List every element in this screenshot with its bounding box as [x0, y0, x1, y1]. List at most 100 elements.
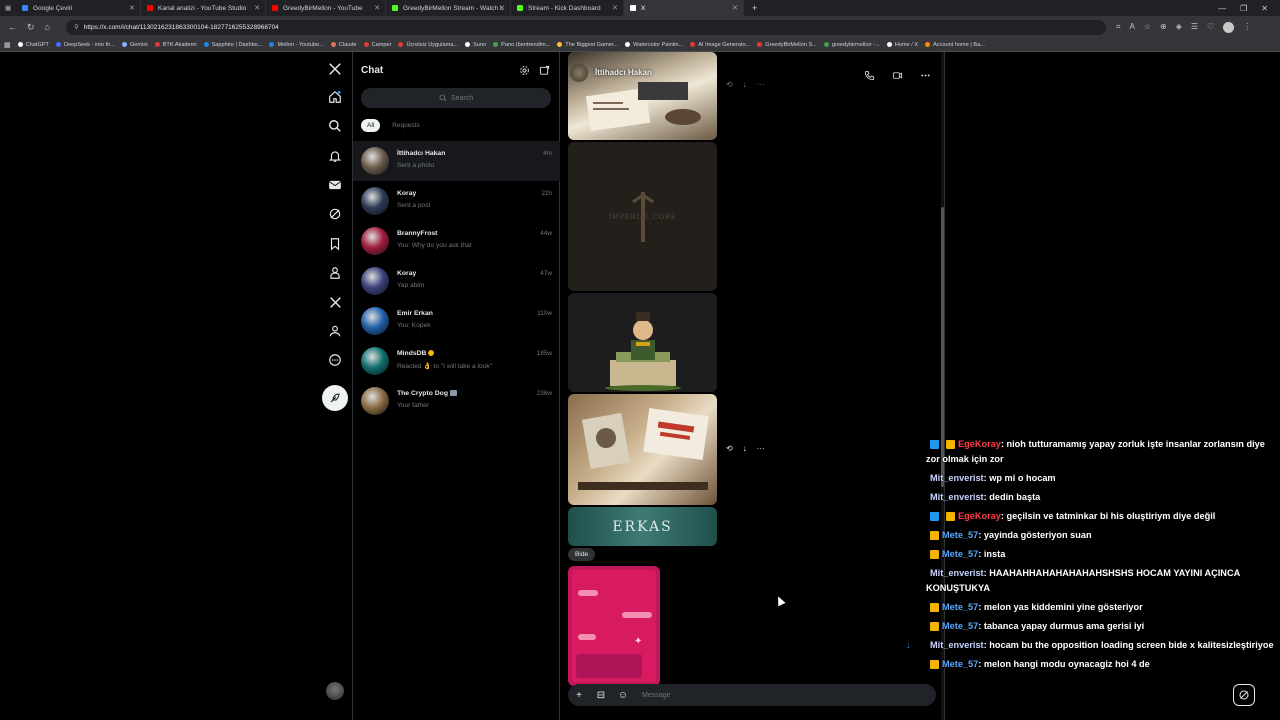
- message-input[interactable]: Message: [642, 692, 670, 699]
- apps-icon[interactable]: ▦: [4, 41, 11, 49]
- voice-call-icon[interactable]: [860, 66, 878, 84]
- bookmark-item[interactable]: GreedyBirMellon S...: [757, 42, 817, 48]
- shared-image-logo[interactable]: ERKAS: [568, 507, 717, 546]
- filter-requests-tab[interactable]: Requests: [386, 119, 425, 132]
- bookmark-item[interactable]: ChatGPT: [17, 41, 49, 48]
- conversation-item[interactable]: Koray Sent a post 22h: [353, 181, 560, 221]
- grok-floating-icon[interactable]: [1233, 684, 1255, 706]
- font-icon[interactable]: A: [1130, 22, 1135, 33]
- add-attachment-icon[interactable]: +: [568, 684, 590, 706]
- bookmark-item[interactable]: Pano (bentrendim...: [493, 42, 550, 48]
- tab-close-icon[interactable]: ✕: [499, 4, 505, 12]
- bookmark-item[interactable]: Sapphire | Dashbo...: [203, 42, 262, 48]
- shared-image-newspaper[interactable]: [568, 394, 717, 505]
- shared-image-phone-screenshot[interactable]: ✦: [568, 566, 660, 686]
- bookmark-item[interactable]: Claude: [330, 42, 357, 48]
- compose-post-button[interactable]: [322, 385, 348, 411]
- conversation-item[interactable]: Koray Yap abim 47w: [353, 261, 560, 301]
- conversation-item[interactable]: İttihadcı Hakan Sent a photo 4m: [353, 141, 560, 181]
- bookmark-item[interactable]: DeepSeek - into th...: [55, 42, 115, 48]
- contact-name[interactable]: İttihadcı Hakan: [595, 68, 652, 77]
- scroll-to-bottom-icon[interactable]: ↓: [906, 640, 911, 650]
- emoji-icon[interactable]: ☺: [612, 684, 634, 706]
- video-call-icon[interactable]: [888, 66, 906, 84]
- reload-icon[interactable]: ↻: [27, 22, 35, 33]
- tab-close-icon[interactable]: ✕: [374, 4, 380, 12]
- tab-search-icon[interactable]: ▣: [0, 4, 16, 12]
- menu-icon[interactable]: ⋮: [1243, 22, 1251, 33]
- close-window-icon[interactable]: ✕: [1261, 4, 1268, 13]
- browser-tab[interactable]: GreedyBirMellon - YouTube ✕: [266, 0, 386, 16]
- chat-search-input[interactable]: Search: [361, 88, 551, 108]
- bookmark-item[interactable]: Home / X: [886, 42, 918, 48]
- minimize-icon[interactable]: —: [1218, 4, 1226, 13]
- bookmark-item[interactable]: Gemini: [121, 42, 148, 48]
- conversation-more-icon[interactable]: [916, 66, 934, 84]
- browser-tab[interactable]: X ✕: [624, 0, 744, 16]
- maximize-icon[interactable]: ❐: [1240, 4, 1247, 13]
- tab-close-icon[interactable]: ✕: [612, 4, 618, 12]
- back-icon[interactable]: ←: [8, 22, 17, 33]
- bookmark-item[interactable]: Suno: [465, 42, 486, 48]
- react-icon[interactable]: ⟲: [726, 444, 733, 453]
- home-nav-icon[interactable]: [324, 86, 346, 108]
- browser-tab[interactable]: GreedyBirMellon Stream - Watch L ✕: [386, 0, 511, 16]
- bookmark-item[interactable]: BTK Akademi: [154, 42, 197, 48]
- grok-icon[interactable]: [324, 203, 346, 225]
- bookmark-item[interactable]: Mellon - Youtube...: [269, 41, 324, 48]
- bookmark-item[interactable]: AI Image Generato...: [690, 42, 750, 48]
- bookmarks-icon[interactable]: [324, 233, 346, 255]
- message-more-icon[interactable]: ···: [757, 444, 765, 453]
- extension-icon[interactable]: ⊕: [1160, 22, 1167, 33]
- new-message-icon[interactable]: [539, 65, 550, 76]
- translate-icon[interactable]: ⌗: [1116, 22, 1121, 33]
- url-field[interactable]: ⚲ https://x.com/i/chat/11302162318633001…: [65, 19, 1106, 35]
- bookmark-label: Mellon - Youtube...: [277, 41, 324, 48]
- reading-list-icon[interactable]: ☰: [1191, 22, 1198, 33]
- reply-icon[interactable]: ↓: [743, 444, 747, 453]
- conversation-item[interactable]: The Crypto Dog Your father 236w: [353, 381, 560, 421]
- jobs-icon[interactable]: [324, 262, 346, 284]
- conversation-item[interactable]: MindsDB Reacted 👌 to "I will take a look"…: [353, 341, 560, 381]
- premium-x-icon[interactable]: [324, 291, 346, 313]
- bookmark-star-icon[interactable]: ☆: [1144, 22, 1151, 33]
- bookmark-item[interactable]: greedybirmellon -...: [823, 42, 880, 48]
- bookmark-item[interactable]: Watercolor Paintin...: [625, 42, 683, 48]
- bookmark-item[interactable]: The Biggest Gamer...: [557, 42, 618, 48]
- tab-favicon: [630, 5, 636, 11]
- shield-icon[interactable]: ◈: [1176, 22, 1182, 33]
- profile-icon[interactable]: [324, 320, 346, 342]
- browser-tab[interactable]: Stream - Kick Dashboard ✕: [511, 0, 624, 16]
- shared-image-emblem[interactable]: IMPERIAL CORE: [568, 142, 717, 291]
- conversation-item[interactable]: Emir Erkan You: Kopek 110w: [353, 301, 560, 341]
- bookmark-favicon: [330, 42, 336, 47]
- bookmark-item[interactable]: Ücretsiz Uygulama...: [398, 42, 458, 48]
- new-tab-button[interactable]: +: [744, 3, 765, 13]
- settings-gear-icon[interactable]: [519, 65, 530, 76]
- chat-badge-icon: [930, 660, 939, 670]
- notifications-bell-icon[interactable]: [324, 145, 346, 167]
- bookmark-label: ChatGPT: [25, 41, 49, 48]
- site-info-icon[interactable]: ⚲: [74, 23, 79, 31]
- bookmark-item[interactable]: Camper: [363, 42, 391, 48]
- tab-close-icon[interactable]: ✕: [129, 4, 135, 12]
- profile-avatar[interactable]: [1223, 21, 1235, 33]
- contact-avatar[interactable]: [570, 64, 588, 82]
- wallet-icon[interactable]: ♡: [1207, 22, 1214, 33]
- filter-all-tab[interactable]: All: [361, 119, 381, 132]
- bookmark-item[interactable]: Account home | Ba...: [925, 42, 985, 48]
- tab-close-icon[interactable]: ✕: [732, 4, 738, 12]
- browser-tab[interactable]: Kanal analizi - YouTube Studio ✕: [141, 0, 266, 16]
- conversation-item[interactable]: BrannyFrost You: Why do you ask that 44w: [353, 221, 560, 261]
- more-options-icon[interactable]: [324, 349, 346, 371]
- shared-image-pasha[interactable]: [568, 293, 717, 392]
- gif-icon[interactable]: ⊟: [590, 684, 612, 706]
- account-avatar[interactable]: [326, 682, 344, 700]
- explore-search-icon[interactable]: [324, 115, 346, 137]
- bookmark-favicon: [269, 42, 275, 47]
- home-icon[interactable]: ⌂: [45, 22, 50, 33]
- messages-envelope-icon[interactable]: [324, 174, 346, 196]
- tab-close-icon[interactable]: ✕: [254, 4, 260, 12]
- browser-tab[interactable]: Google Çeviri ✕: [16, 0, 141, 16]
- x-logo-icon[interactable]: [324, 58, 346, 80]
